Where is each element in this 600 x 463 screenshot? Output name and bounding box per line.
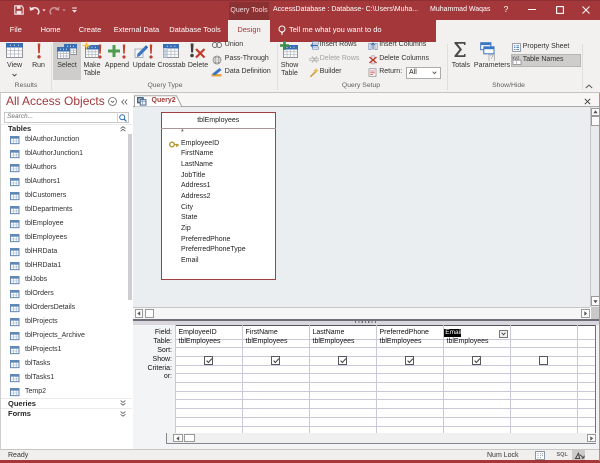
svg-text:[?]: [?]: [488, 53, 495, 60]
